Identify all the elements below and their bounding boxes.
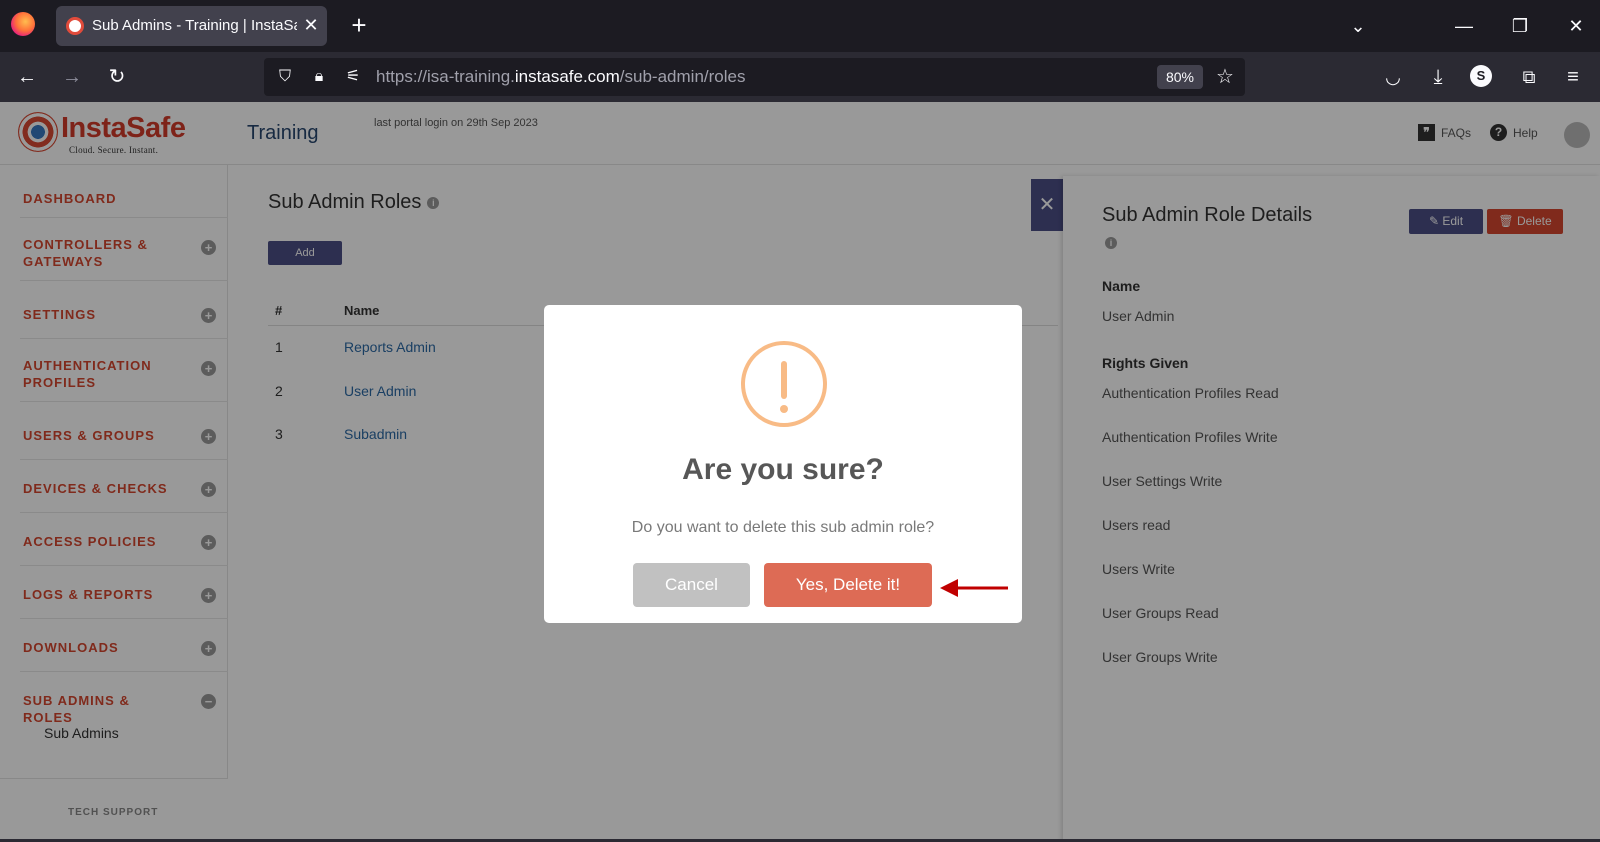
warning-icon <box>741 341 827 427</box>
permissions-icon[interactable]: ⚟ <box>342 66 364 88</box>
url-text[interactable]: https://isa-training.instasafe.com/sub-a… <box>376 67 745 87</box>
reload-icon[interactable]: ↻ <box>104 64 130 90</box>
dialog-title: Are you sure? <box>682 453 884 486</box>
downloads-icon[interactable]: ⤓ <box>1425 64 1451 90</box>
pocket-icon[interactable]: ◡ <box>1380 64 1406 90</box>
restore-icon[interactable]: ❐ <box>1507 13 1533 39</box>
tab-title: Sub Admins - Training | InstaSafe <box>92 17 297 34</box>
annotation-arrow-icon <box>940 579 1008 597</box>
url-bar[interactable]: ⛉ 🔒︎ ⚟ https://isa-training.instasafe.co… <box>264 58 1245 96</box>
back-icon[interactable]: ← <box>14 64 40 90</box>
close-window-icon[interactable]: ✕ <box>1563 13 1589 39</box>
browser-tab-bar: Sub Admins - Training | InstaSafe ✕ + ⌄ … <box>0 0 1600 52</box>
firefox-icon[interactable] <box>11 12 35 36</box>
menu-icon[interactable]: ≡ <box>1560 64 1586 90</box>
close-tab-icon[interactable]: ✕ <box>300 14 322 36</box>
bookmark-star-icon[interactable]: ☆ <box>1214 66 1236 88</box>
new-tab-icon[interactable]: + <box>346 12 372 38</box>
forward-icon[interactable]: → <box>59 64 85 90</box>
cancel-button[interactable]: Cancel <box>633 563 750 607</box>
shield-icon[interactable]: ⛉ <box>274 66 296 88</box>
list-all-tabs-icon[interactable]: ⌄ <box>1345 13 1371 39</box>
browser-tab[interactable]: Sub Admins - Training | InstaSafe ✕ <box>56 6 327 46</box>
dialog-message: Do you want to delete this sub admin rol… <box>631 519 935 536</box>
lock-icon[interactable]: 🔒︎ <box>308 66 330 88</box>
account-avatar[interactable]: S <box>1470 65 1492 87</box>
browser-nav-bar: ← → ↻ ⛉ 🔒︎ ⚟ https://isa-training.instas… <box>0 52 1600 102</box>
instasafe-favicon-icon <box>66 17 84 35</box>
zoom-level[interactable]: 80% <box>1157 65 1203 89</box>
minimize-icon[interactable]: — <box>1451 13 1477 39</box>
extensions-icon[interactable]: ⧉ <box>1516 64 1542 90</box>
confirm-delete-button[interactable]: Yes, Delete it! <box>764 563 932 607</box>
